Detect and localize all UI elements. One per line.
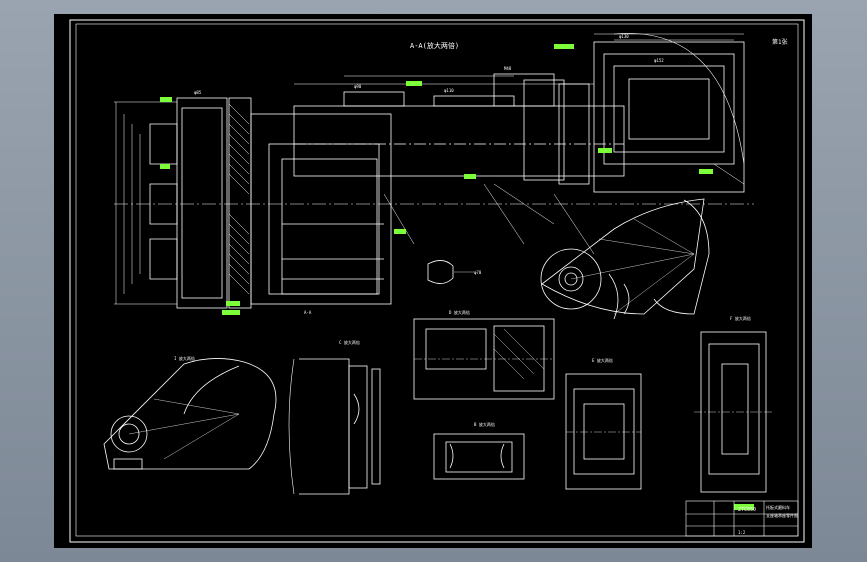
section-view-d: D 放大两倍 (413, 309, 555, 400)
svg-text:D 放大两倍: D 放大两倍 (449, 309, 470, 315)
svg-text:φ130: φ130 (619, 34, 629, 39)
svg-text:B 放大两倍: B 放大两倍 (474, 421, 495, 427)
main-section-view (114, 33, 754, 309)
main-view-label: A-A(放大两倍) (410, 41, 459, 50)
svg-text:M48: M48 (504, 66, 512, 71)
cad-viewport[interactable]: A-A(放大两倍) 第1张 φ85 φ90 φ110 M48 φ130 φ152… (0, 0, 867, 562)
drawing-code-label: ZTC050 (738, 507, 756, 513)
svg-text:I 放大两倍: I 放大两倍 (174, 355, 195, 361)
section-view-f: F 放大两倍 (694, 315, 774, 493)
drawing-sheet[interactable]: A-A(放大两倍) 第1张 φ85 φ90 φ110 M48 φ130 φ152… (54, 14, 812, 548)
wheel-section-view (540, 198, 710, 320)
section-view-i: I 放大两倍 (103, 355, 277, 470)
svg-text:φ85: φ85 (194, 90, 202, 95)
title-line2-label: 支座轴承座零件图 (766, 512, 798, 518)
svg-text:F 放大两倍: F 放大两倍 (730, 315, 751, 321)
svg-text:A-A: A-A (304, 310, 312, 315)
sheet-number-label: 第1张 (772, 38, 788, 46)
section-view-e: E 放大两倍 (565, 357, 642, 490)
svg-text:φ70: φ70 (474, 270, 482, 275)
svg-text:C 放大两倍: C 放大两倍 (339, 339, 360, 345)
scale-label: 1:2 (738, 530, 746, 535)
svg-text:φ90: φ90 (354, 84, 362, 89)
tolerance-tags (160, 44, 754, 510)
svg-text:φ152: φ152 (654, 58, 664, 63)
hook-profile (427, 260, 474, 284)
section-view-b: B 放大两倍 (433, 421, 525, 480)
section-view-c: C 放大两倍 (288, 339, 381, 495)
title-line1-label: 托板式磨料车 (766, 504, 790, 510)
inner-frame (75, 23, 799, 537)
cad-drawing: A-A(放大两倍) 第1张 φ85φ90 φ110M48 φ130φ152 A-… (69, 19, 805, 543)
svg-text:E 放大两倍: E 放大两倍 (592, 357, 613, 363)
svg-text:φ110: φ110 (444, 88, 454, 93)
